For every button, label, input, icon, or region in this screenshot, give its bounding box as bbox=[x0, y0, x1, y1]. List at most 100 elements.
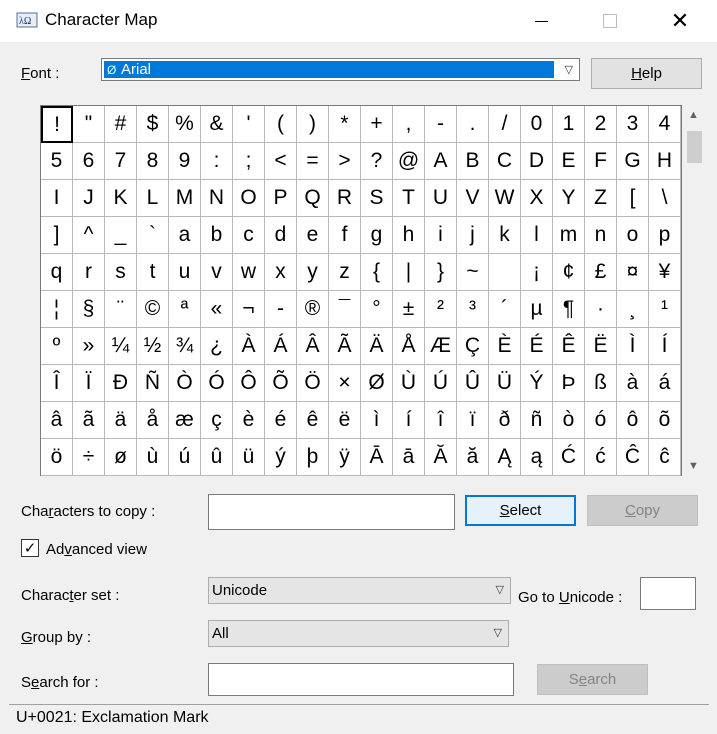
char-cell[interactable]: ÷ bbox=[73, 439, 105, 476]
char-cell[interactable]: ° bbox=[361, 291, 393, 328]
char-cell[interactable]: . bbox=[457, 106, 489, 143]
search-input[interactable] bbox=[208, 663, 514, 696]
char-cell[interactable]: ¢ bbox=[553, 254, 585, 291]
char-cell[interactable]: ~ bbox=[457, 254, 489, 291]
char-cell[interactable]: Ï bbox=[73, 365, 105, 402]
minimize-button[interactable] bbox=[518, 0, 564, 42]
char-cell[interactable]: _ bbox=[105, 217, 137, 254]
char-cell[interactable]: â bbox=[41, 402, 73, 439]
char-cell[interactable]: T bbox=[393, 180, 425, 217]
char-cell[interactable]: n bbox=[585, 217, 617, 254]
char-cell[interactable]: ú bbox=[169, 439, 201, 476]
char-cell[interactable]: ò bbox=[553, 402, 585, 439]
char-cell[interactable]: K bbox=[105, 180, 137, 217]
char-cell[interactable]: æ bbox=[169, 402, 201, 439]
char-cell[interactable]: ¾ bbox=[169, 328, 201, 365]
char-cell[interactable]: ý bbox=[265, 439, 297, 476]
char-cell[interactable]: ª bbox=[169, 291, 201, 328]
char-cell[interactable]: s bbox=[105, 254, 137, 291]
char-cell[interactable]: 5 bbox=[41, 143, 73, 180]
char-cell[interactable]: Û bbox=[457, 365, 489, 402]
char-cell[interactable]: H bbox=[649, 143, 681, 180]
char-cell[interactable]: E bbox=[553, 143, 585, 180]
char-cell[interactable]: é bbox=[265, 402, 297, 439]
char-cell[interactable]: Á bbox=[265, 328, 297, 365]
char-cell[interactable]: a bbox=[169, 217, 201, 254]
char-cell[interactable]: Í bbox=[649, 328, 681, 365]
char-cell[interactable]: © bbox=[137, 291, 169, 328]
char-cell[interactable]: ! bbox=[41, 106, 73, 143]
char-cell[interactable]: Ë bbox=[585, 328, 617, 365]
char-cell[interactable]: Ø bbox=[361, 365, 393, 402]
char-cell[interactable]: ] bbox=[41, 217, 73, 254]
char-cell[interactable]: ô bbox=[617, 402, 649, 439]
char-cell[interactable]: ć bbox=[585, 439, 617, 476]
char-cell[interactable]: ä bbox=[105, 402, 137, 439]
char-cell[interactable]: y bbox=[297, 254, 329, 291]
char-cell[interactable]: ` bbox=[137, 217, 169, 254]
char-cell[interactable]: 6 bbox=[73, 143, 105, 180]
char-cell[interactable]: @ bbox=[393, 143, 425, 180]
char-cell[interactable]: Q bbox=[297, 180, 329, 217]
char-cell[interactable]: ¤ bbox=[617, 254, 649, 291]
char-cell[interactable]: 8 bbox=[137, 143, 169, 180]
char-cell[interactable]: C bbox=[489, 143, 521, 180]
char-cell[interactable]: \ bbox=[649, 180, 681, 217]
char-cell[interactable]: A bbox=[425, 143, 457, 180]
char-cell[interactable]: Õ bbox=[265, 365, 297, 402]
char-cell[interactable]: c bbox=[233, 217, 265, 254]
char-cell[interactable]: Ñ bbox=[137, 365, 169, 402]
char-cell[interactable]: Ā bbox=[361, 439, 393, 476]
char-cell[interactable]: ÿ bbox=[329, 439, 361, 476]
char-cell[interactable]: o bbox=[617, 217, 649, 254]
char-cell[interactable]: O bbox=[233, 180, 265, 217]
char-cell[interactable]: ì bbox=[361, 402, 393, 439]
char-cell[interactable]: Ä bbox=[361, 328, 393, 365]
char-cell[interactable]: - bbox=[425, 106, 457, 143]
go-to-unicode-input[interactable] bbox=[640, 577, 696, 610]
char-cell[interactable]: ą bbox=[521, 439, 553, 476]
char-cell[interactable]: º bbox=[41, 328, 73, 365]
char-cell[interactable]: Þ bbox=[553, 365, 585, 402]
char-cell[interactable]: ó bbox=[585, 402, 617, 439]
char-cell[interactable]: L bbox=[137, 180, 169, 217]
char-cell[interactable]: ï bbox=[457, 402, 489, 439]
char-cell[interactable]: ? bbox=[361, 143, 393, 180]
char-cell[interactable]: ĉ bbox=[649, 439, 681, 476]
char-cell[interactable]: ¶ bbox=[553, 291, 585, 328]
font-dropdown[interactable]: Ø Arial ▽ bbox=[101, 58, 580, 81]
char-cell[interactable]: Æ bbox=[425, 328, 457, 365]
char-cell[interactable]: ¼ bbox=[105, 328, 137, 365]
char-cell[interactable]: ã bbox=[73, 402, 105, 439]
char-cell[interactable]: ¡ bbox=[521, 254, 553, 291]
char-cell[interactable]: q bbox=[41, 254, 73, 291]
char-cell[interactable]: ¬ bbox=[233, 291, 265, 328]
char-cell[interactable]: | bbox=[393, 254, 425, 291]
char-cell[interactable]: à bbox=[617, 365, 649, 402]
select-button[interactable]: Select bbox=[465, 495, 576, 526]
char-cell[interactable]: Ê bbox=[553, 328, 585, 365]
char-cell[interactable]: 3 bbox=[617, 106, 649, 143]
advanced-view-checkbox[interactable]: ✓ bbox=[21, 539, 39, 557]
char-cell[interactable]: g bbox=[361, 217, 393, 254]
char-cell[interactable]: ç bbox=[201, 402, 233, 439]
char-cell[interactable]: # bbox=[105, 106, 137, 143]
char-cell[interactable]: Ú bbox=[425, 365, 457, 402]
char-cell[interactable]: ¨ bbox=[105, 291, 137, 328]
char-cell[interactable]: t bbox=[137, 254, 169, 291]
char-cell[interactable]: ¦ bbox=[41, 291, 73, 328]
scroll-up-icon[interactable]: ▲ bbox=[688, 109, 699, 121]
copy-button[interactable]: Copy bbox=[587, 495, 698, 526]
char-cell[interactable]: d bbox=[265, 217, 297, 254]
char-cell[interactable]: ' bbox=[233, 106, 265, 143]
char-cell[interactable]: ü bbox=[233, 439, 265, 476]
char-cell[interactable]: 1 bbox=[553, 106, 585, 143]
char-cell[interactable]: ® bbox=[297, 291, 329, 328]
char-cell[interactable]: I bbox=[41, 180, 73, 217]
char-cell[interactable]: F bbox=[585, 143, 617, 180]
char-cell[interactable]: : bbox=[201, 143, 233, 180]
char-cell[interactable]: $ bbox=[137, 106, 169, 143]
char-cell[interactable]: z bbox=[329, 254, 361, 291]
char-cell[interactable]: ± bbox=[393, 291, 425, 328]
char-cell[interactable]: X bbox=[521, 180, 553, 217]
